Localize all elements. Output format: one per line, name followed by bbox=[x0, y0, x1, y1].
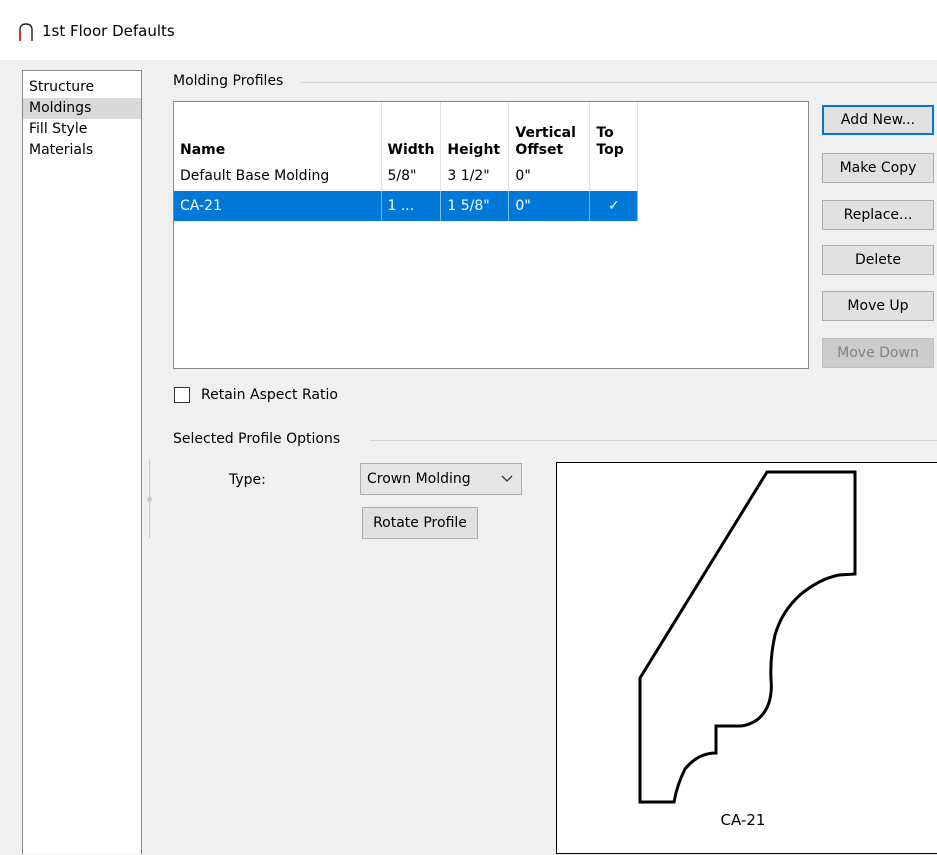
cell-width: 1 ... bbox=[381, 191, 442, 221]
move-down-button[interactable]: Move Down bbox=[822, 338, 934, 368]
column-header-vertical-offset[interactable]: Vertical Offset bbox=[508, 102, 591, 161]
column-header-to-top-line1: To bbox=[596, 125, 614, 141]
title-bar: 1st Floor Defaults bbox=[0, 0, 937, 60]
sidebar-item-moldings[interactable]: Moldings bbox=[23, 98, 141, 119]
column-header-to-top-line2: Top bbox=[596, 142, 624, 158]
move-up-button[interactable]: Move Up bbox=[822, 291, 934, 321]
window-title: 1st Floor Defaults bbox=[42, 22, 175, 40]
check-icon[interactable]: ✓ bbox=[589, 191, 639, 221]
cell-name: Default Base Molding bbox=[174, 161, 382, 191]
preview-label: CA-21 bbox=[720, 811, 766, 829]
cell-offset: 0" bbox=[508, 161, 591, 191]
cell-width: 5/8" bbox=[381, 161, 442, 191]
molding-profile-shape bbox=[638, 470, 857, 804]
column-header-vertical-line2: Offset bbox=[515, 142, 564, 158]
group-divider bbox=[300, 82, 937, 83]
type-dropdown[interactable]: Crown Molding bbox=[360, 463, 522, 495]
splitter-grip-icon[interactable] bbox=[145, 492, 154, 502]
arch-icon bbox=[18, 22, 34, 46]
chevron-down-icon bbox=[501, 464, 513, 505]
cell-offset: 0" bbox=[508, 191, 591, 221]
add-new-button[interactable]: Add New... bbox=[822, 105, 934, 135]
table-row[interactable]: Default Base Molding 5/8" 3 1/2" 0" bbox=[174, 161, 639, 191]
sidebar-item-materials[interactable]: Materials bbox=[23, 140, 141, 161]
type-label: Type: bbox=[229, 472, 266, 488]
type-dropdown-value: Crown Molding bbox=[367, 471, 471, 487]
profile-preview: CA-21 bbox=[556, 462, 937, 854]
molding-profiles-title: Molding Profiles bbox=[173, 73, 292, 89]
retain-aspect-ratio-label[interactable]: Retain Aspect Ratio bbox=[201, 385, 338, 405]
replace-button[interactable]: Replace... bbox=[822, 200, 934, 230]
category-list[interactable]: Structure Moldings Fill Style Materials bbox=[22, 70, 142, 854]
molding-table: Name Width Height Vertical Offset To Top D… bbox=[174, 102, 639, 221]
rotate-profile-button[interactable]: Rotate Profile bbox=[362, 507, 478, 539]
cell-to-top[interactable] bbox=[589, 161, 639, 191]
cell-name: CA-21 bbox=[174, 191, 382, 221]
cell-height: 1 5/8" bbox=[440, 191, 510, 221]
column-header-height[interactable]: Height bbox=[440, 102, 510, 161]
column-header-vertical-line1: Vertical bbox=[515, 125, 576, 141]
table-row-selected[interactable]: CA-21 1 ... 1 5/8" 0" ✓ bbox=[174, 191, 639, 221]
sidebar-item-fill-style[interactable]: Fill Style bbox=[23, 119, 141, 140]
column-header-to-top[interactable]: To Top bbox=[589, 102, 639, 161]
delete-button[interactable]: Delete bbox=[822, 245, 934, 275]
group-divider bbox=[370, 440, 937, 441]
molding-profiles-list[interactable]: Name Width Height Vertical Offset To Top D… bbox=[173, 101, 809, 369]
cell-height: 3 1/2" bbox=[440, 161, 510, 191]
sidebar-item-structure[interactable]: Structure bbox=[23, 77, 141, 98]
make-copy-button[interactable]: Make Copy bbox=[822, 153, 934, 183]
retain-aspect-ratio-checkbox[interactable] bbox=[174, 387, 190, 403]
column-header-width[interactable]: Width bbox=[381, 102, 442, 161]
selected-profile-options-title: Selected Profile Options bbox=[173, 431, 349, 447]
column-header-name[interactable]: Name bbox=[174, 102, 382, 161]
